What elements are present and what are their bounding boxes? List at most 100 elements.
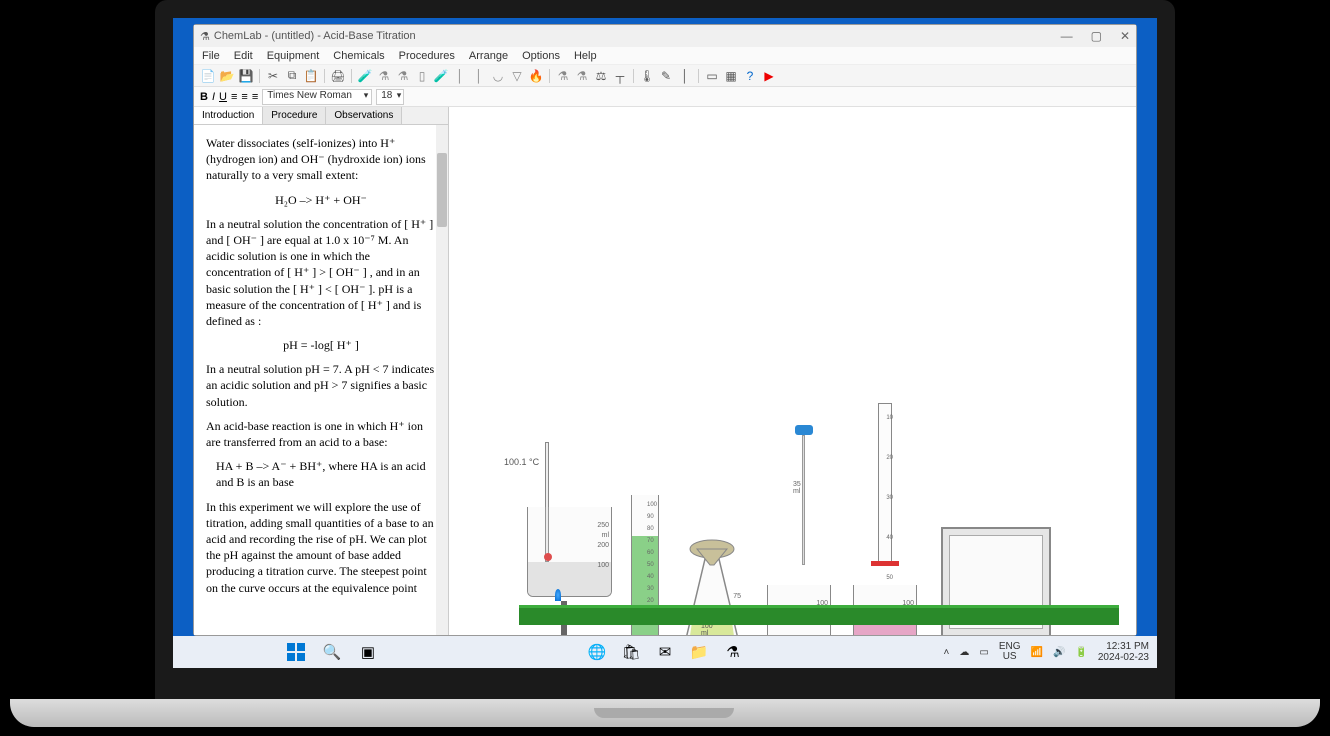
testtube-icon[interactable]: 🧪 xyxy=(433,68,449,84)
new-lab-icon[interactable]: 📄 xyxy=(200,68,216,84)
copy-icon[interactable]: ⧉ xyxy=(284,68,300,84)
tab-introduction[interactable]: Introduction xyxy=(194,107,263,124)
open-icon[interactable]: 📂 xyxy=(219,68,235,84)
underline-button[interactable]: U xyxy=(219,91,227,103)
menubar: File Edit Equipment Chemicals Procedures… xyxy=(194,47,1136,65)
menu-edit[interactable]: Edit xyxy=(234,50,253,62)
beaker-icon[interactable]: 🧪 xyxy=(357,68,373,84)
flask3-icon[interactable]: ⚗ xyxy=(555,68,571,84)
burette-icon[interactable]: │ xyxy=(452,68,468,84)
bunsen-icon[interactable]: 🔥 xyxy=(528,68,544,84)
tray-clock[interactable]: 12:31 PM 2024-02-23 xyxy=(1098,641,1149,663)
window-icon[interactable]: ▭ xyxy=(704,68,720,84)
youtube-icon[interactable]: ▶ xyxy=(761,68,777,84)
stand-icon[interactable]: ┬ xyxy=(612,68,628,84)
separator xyxy=(698,69,699,83)
stirrer-icon[interactable]: ✎ xyxy=(658,68,674,84)
font-size: 18 xyxy=(381,90,392,101)
onedrive-icon[interactable]: ☁ xyxy=(959,647,969,658)
window-maximize-button[interactable]: ▢ xyxy=(1091,29,1102,43)
window-close-button[interactable]: ✕ xyxy=(1120,29,1130,43)
lab-workspace[interactable]: 100.1 °C 250 ml 200 100 xyxy=(449,107,1136,635)
burette[interactable]: 10 20 30 40 50 xyxy=(878,403,892,563)
cut-icon[interactable]: ✂ xyxy=(265,68,281,84)
edge-app-icon[interactable]: 🌐 xyxy=(586,641,608,663)
laptop-frame: ⚗ ChemLab - (untitled) - Acid-Base Titra… xyxy=(155,0,1175,700)
window-minimize-button[interactable]: — xyxy=(1061,29,1073,43)
tab-observations[interactable]: Observations xyxy=(326,107,402,124)
lang-line2: US xyxy=(999,652,1021,662)
cylinder-icon[interactable]: ▯ xyxy=(414,68,430,84)
menu-arrange[interactable]: Arrange xyxy=(469,50,508,62)
tab-procedure[interactable]: Procedure xyxy=(263,107,326,124)
doc-scrollbar[interactable] xyxy=(436,125,448,635)
separator xyxy=(351,69,352,83)
pipette-bulb[interactable] xyxy=(795,425,813,435)
menu-file[interactable]: File xyxy=(202,50,220,62)
task-view-button[interactable]: ▣ xyxy=(357,641,379,663)
flask2-icon[interactable]: ⚗ xyxy=(395,68,411,84)
cylinder-marks: 100 90 80 70 60 50 40 30 20 10 xyxy=(647,499,657,619)
doc-tabs: Introduction Procedure Observations xyxy=(194,107,448,125)
start-button[interactable] xyxy=(285,641,307,663)
separator xyxy=(633,69,634,83)
search-button[interactable]: 🔍 xyxy=(321,641,343,663)
align-right-icon[interactable]: ≡ xyxy=(252,91,258,103)
bold-button[interactable]: B xyxy=(200,91,208,103)
language-indicator[interactable]: ENG US xyxy=(999,642,1021,662)
menu-help[interactable]: Help xyxy=(574,50,597,62)
store-app-icon[interactable]: 🛍 xyxy=(620,641,642,663)
doc-paragraph: In a neutral solution the concentration … xyxy=(206,216,436,329)
dish-icon[interactable]: ◡ xyxy=(490,68,506,84)
app-icon: ⚗ xyxy=(200,30,210,43)
doc-body[interactable]: Water dissociates (self-ionizes) into H⁺… xyxy=(194,125,448,635)
font-size-select[interactable]: 18 xyxy=(376,89,404,105)
beaker-250ml[interactable]: 250 ml 200 100 xyxy=(527,507,612,597)
pipette[interactable] xyxy=(802,435,805,565)
menu-options[interactable]: Options xyxy=(522,50,560,62)
separator xyxy=(549,69,550,83)
separator xyxy=(259,69,260,83)
balance-icon[interactable]: ⚖ xyxy=(593,68,609,84)
battery-icon[interactable]: 🔋 xyxy=(1075,647,1087,658)
windows-taskbar[interactable]: 🔍 ▣ 🌐 🛍 ✉ 📁 ⚗ ˄ ☁ ▭ ENG US 📶 🔊 � xyxy=(173,636,1157,668)
security-icon[interactable]: ▭ xyxy=(979,647,988,658)
doc-paragraph: An acid-base reaction is one in which H⁺… xyxy=(206,418,436,450)
window-title: ChemLab - (untitled) - Acid-Base Titrati… xyxy=(214,30,416,42)
align-left-icon[interactable]: ≡ xyxy=(231,91,237,103)
volume-icon[interactable]: 🔊 xyxy=(1053,647,1065,658)
beaker-marks: 250 ml 200 100 xyxy=(597,521,609,571)
tray-chevron-icon[interactable]: ˄ xyxy=(944,647,950,658)
probe-icon[interactable]: │ xyxy=(677,68,693,84)
doc-equation: H₂O –> H⁺ + OH⁻ xyxy=(206,192,436,208)
separator xyxy=(324,69,325,83)
paste-icon[interactable]: 📋 xyxy=(303,68,319,84)
clock-date: 2024-02-23 xyxy=(1098,652,1149,663)
chemlab-app-icon[interactable]: ⚗ xyxy=(722,641,744,663)
italic-button[interactable]: I xyxy=(212,91,215,103)
menu-procedures[interactable]: Procedures xyxy=(399,50,455,62)
wifi-icon[interactable]: 📶 xyxy=(1030,647,1042,658)
tile-icon[interactable]: ▦ xyxy=(723,68,739,84)
titlebar[interactable]: ⚗ ChemLab - (untitled) - Acid-Base Titra… xyxy=(194,25,1136,47)
clock-time: 12:31 PM xyxy=(1098,641,1149,652)
align-center-icon[interactable]: ≡ xyxy=(241,91,247,103)
menu-equipment[interactable]: Equipment xyxy=(267,50,320,62)
save-icon[interactable]: 💾 xyxy=(238,68,254,84)
laptop-notch xyxy=(594,708,734,718)
scrollbar-thumb[interactable] xyxy=(437,153,447,227)
thermometer-icon[interactable]: 🌡 xyxy=(639,68,655,84)
mail-app-icon[interactable]: ✉ xyxy=(654,641,676,663)
flask-icon[interactable]: ⚗ xyxy=(376,68,392,84)
flask4-icon[interactable]: ⚗ xyxy=(574,68,590,84)
lab-bench xyxy=(519,605,1119,625)
help-icon[interactable]: ? xyxy=(742,68,758,84)
explorer-app-icon[interactable]: 📁 xyxy=(688,641,710,663)
format-bar: B I U ≡ ≡ ≡ Times New Roman 18 xyxy=(194,87,1136,107)
burette-stopcock[interactable] xyxy=(871,561,899,566)
pipette-icon[interactable]: │ xyxy=(471,68,487,84)
print-icon[interactable]: 🖨 xyxy=(330,68,346,84)
menu-chemicals[interactable]: Chemicals xyxy=(333,50,384,62)
font-select[interactable]: Times New Roman xyxy=(262,89,372,105)
crucible-icon[interactable]: ▽ xyxy=(509,68,525,84)
